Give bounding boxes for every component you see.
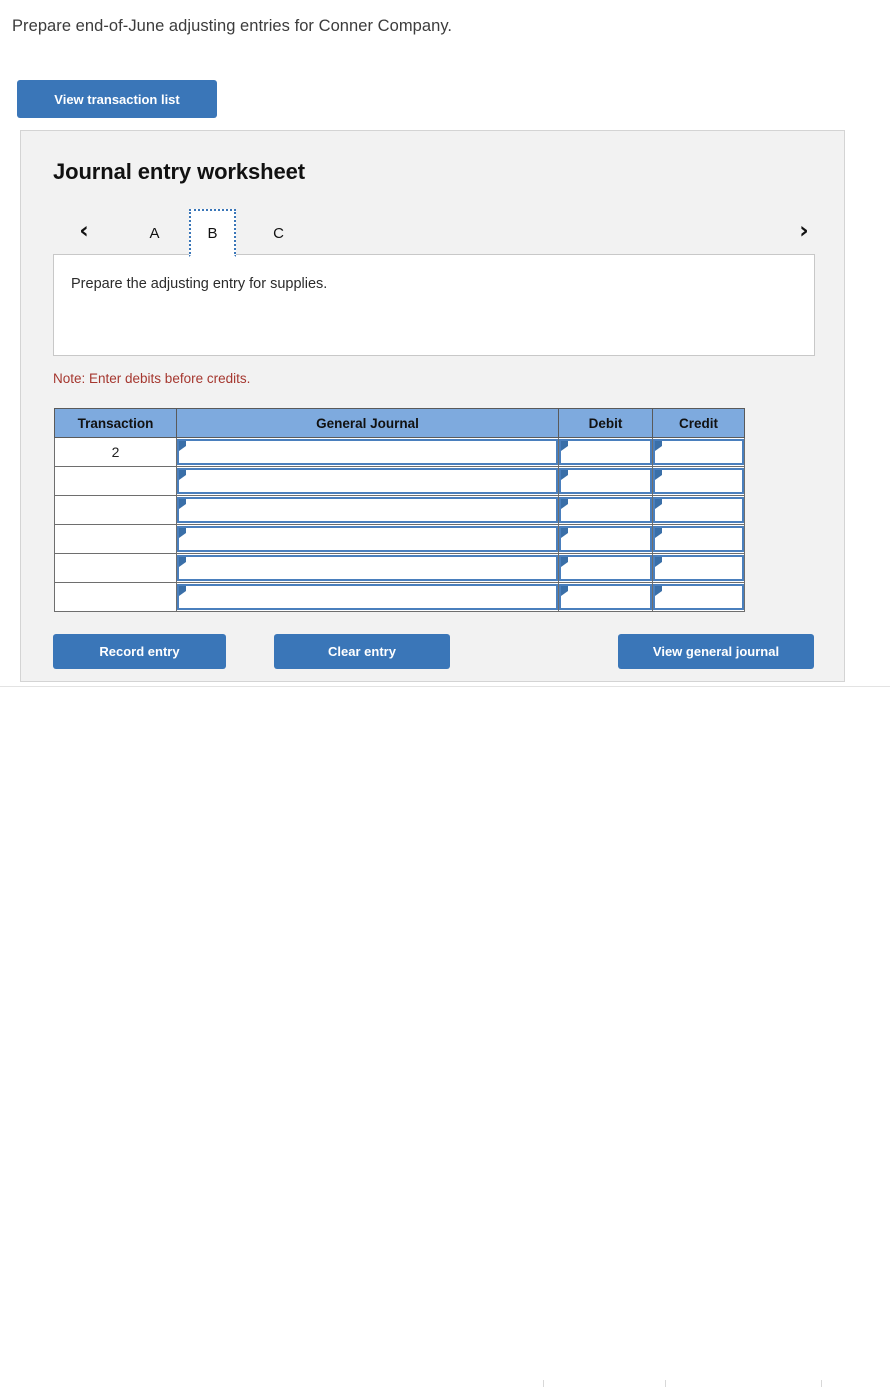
dropdown-caret-icon — [655, 528, 662, 538]
dropdown-caret-icon — [179, 528, 186, 538]
credit-input-cell — [652, 553, 745, 583]
debit-input-cell — [558, 524, 653, 554]
column-header-credit: Credit — [652, 408, 745, 438]
general-journal-input-cell — [176, 582, 559, 612]
credit-input-cell — [652, 495, 745, 525]
credit-input-cell — [652, 524, 745, 554]
dropdown-caret-icon — [655, 557, 662, 567]
dropdown-caret-icon — [561, 441, 568, 451]
table-row: 2 — [54, 437, 745, 467]
general-journal-input-cell — [176, 553, 559, 583]
debit-input[interactable] — [559, 555, 652, 581]
general-journal-input[interactable] — [177, 526, 558, 552]
clear-entry-button[interactable]: Clear entry — [274, 634, 450, 669]
table-row — [54, 553, 745, 583]
record-entry-button[interactable]: Record entry — [53, 634, 226, 669]
transaction-cell — [54, 582, 177, 612]
view-general-journal-button[interactable]: View general journal — [618, 634, 814, 669]
column-header-transaction: Transaction — [54, 408, 177, 438]
credit-input-cell — [652, 466, 745, 496]
debit-input-cell — [558, 495, 653, 525]
column-header-debit: Debit — [558, 408, 653, 438]
credit-input-cell — [652, 437, 745, 467]
general-journal-input-cell — [176, 437, 559, 467]
tab-a[interactable]: A — [131, 209, 178, 257]
debit-input[interactable] — [559, 526, 652, 552]
question-prompt: Prepare end-of-June adjusting entries fo… — [12, 17, 453, 35]
transaction-cell: 2 — [54, 437, 177, 467]
general-journal-input[interactable] — [177, 584, 558, 610]
bottom-tick — [665, 1380, 666, 1387]
dropdown-caret-icon — [561, 499, 568, 509]
view-transaction-list-button[interactable]: View transaction list — [17, 80, 217, 118]
transaction-cell — [54, 553, 177, 583]
worksheet-title: Journal entry worksheet — [53, 159, 306, 184]
debit-input-cell — [558, 466, 653, 496]
credit-input[interactable] — [653, 555, 744, 581]
bottom-tick — [821, 1380, 822, 1387]
debit-input-cell — [558, 582, 653, 612]
transaction-cell — [54, 466, 177, 496]
credit-input[interactable] — [653, 497, 744, 523]
credit-input[interactable] — [653, 584, 744, 610]
worksheet-tabstrip: ‹ A B C › — [53, 209, 815, 257]
general-journal-input[interactable] — [177, 497, 558, 523]
debit-input[interactable] — [559, 497, 652, 523]
dropdown-caret-icon — [561, 528, 568, 538]
dropdown-caret-icon — [561, 586, 568, 596]
instruction-text: Prepare the adjusting entry for supplies… — [71, 276, 328, 292]
debit-input-cell — [558, 437, 653, 467]
credit-input[interactable] — [653, 468, 744, 494]
credit-input[interactable] — [653, 526, 744, 552]
debits-before-credits-note: Note: Enter debits before credits. — [53, 371, 251, 386]
general-journal-input-cell — [176, 466, 559, 496]
general-journal-input-cell — [176, 495, 559, 525]
dropdown-caret-icon — [179, 499, 186, 509]
dropdown-caret-icon — [655, 441, 662, 451]
dropdown-caret-icon — [561, 557, 568, 567]
bottom-tick — [543, 1380, 544, 1387]
credit-input[interactable] — [653, 439, 744, 465]
table-header-row: Transaction General Journal Debit Credit — [54, 408, 745, 438]
debit-input-cell — [558, 553, 653, 583]
dropdown-caret-icon — [179, 557, 186, 567]
general-journal-input[interactable] — [177, 555, 558, 581]
column-header-general-journal: General Journal — [176, 408, 559, 438]
dropdown-caret-icon — [655, 470, 662, 480]
debit-input[interactable] — [559, 439, 652, 465]
chevron-right-icon[interactable]: › — [791, 215, 817, 247]
transaction-cell — [54, 495, 177, 525]
dropdown-caret-icon — [655, 499, 662, 509]
dropdown-caret-icon — [179, 441, 186, 451]
dropdown-caret-icon — [561, 470, 568, 480]
general-journal-input-cell — [176, 524, 559, 554]
general-journal-input[interactable] — [177, 468, 558, 494]
tab-b[interactable]: B — [189, 209, 236, 257]
chevron-left-icon[interactable]: ‹ — [71, 215, 97, 247]
credit-input-cell — [652, 582, 745, 612]
table-row — [54, 524, 745, 554]
instruction-box: Prepare the adjusting entry for supplies… — [53, 254, 815, 356]
dropdown-caret-icon — [179, 586, 186, 596]
table-row — [54, 582, 745, 612]
transaction-cell — [54, 524, 177, 554]
journal-entry-table: Transaction General Journal Debit Credit… — [54, 408, 745, 612]
general-journal-input[interactable] — [177, 439, 558, 465]
table-row — [54, 466, 745, 496]
journal-entry-worksheet-panel: Journal entry worksheet ‹ A B C › Prepar… — [20, 130, 845, 682]
dropdown-caret-icon — [655, 586, 662, 596]
debit-input[interactable] — [559, 584, 652, 610]
dropdown-caret-icon — [179, 470, 186, 480]
page-bottom-strip — [0, 687, 890, 1387]
table-row — [54, 495, 745, 525]
debit-input[interactable] — [559, 468, 652, 494]
tab-c[interactable]: C — [255, 209, 302, 257]
